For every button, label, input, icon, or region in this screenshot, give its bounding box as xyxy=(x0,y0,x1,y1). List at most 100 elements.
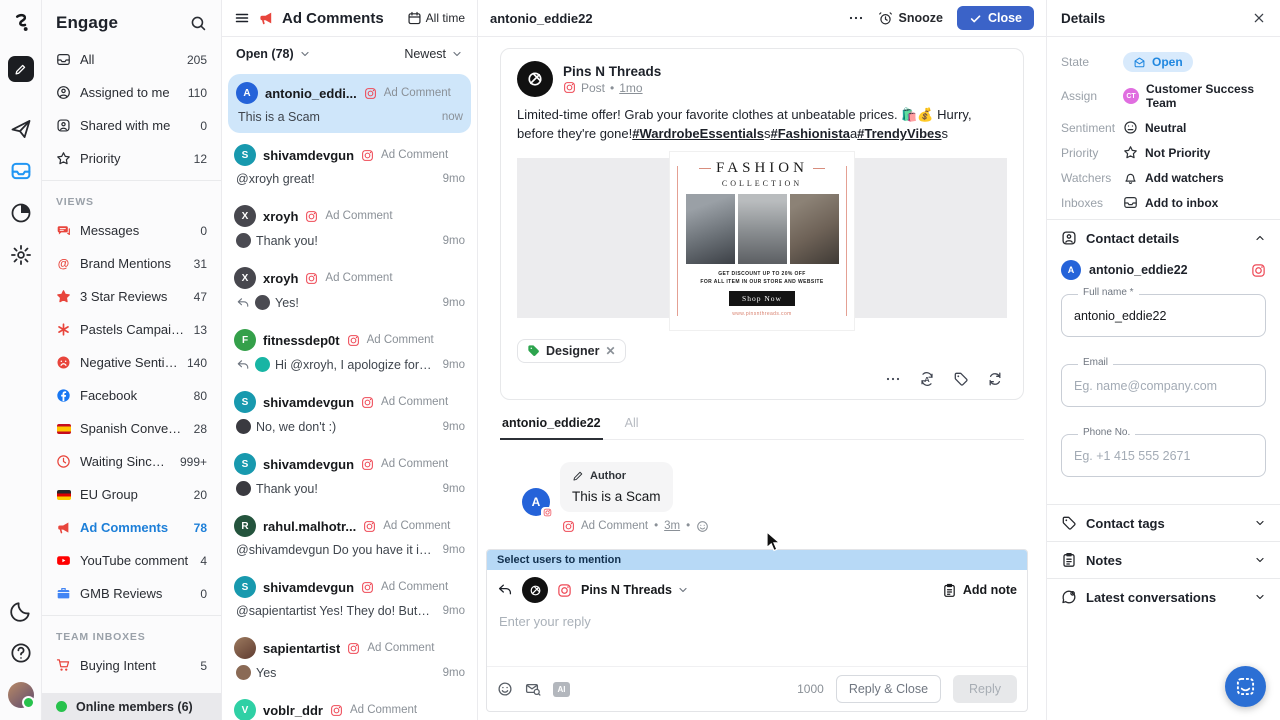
composer-button[interactable] xyxy=(7,56,34,82)
reply-account-selector[interactable]: Pins N Threads xyxy=(581,583,689,597)
full-name-field[interactable]: Full name * antonio_eddie22 xyxy=(1061,287,1266,337)
thread-item-shivamdevgun[interactable]: Sshivamdevgun Ad Comment No, we don't :) 9m… xyxy=(222,382,477,444)
assign-value[interactable]: CT Customer Success Team xyxy=(1123,82,1266,110)
hamburger-menu-icon[interactable] xyxy=(234,10,250,26)
notes-section[interactable]: Notes xyxy=(1047,541,1280,578)
instagram-icon xyxy=(330,704,343,717)
dark-mode-icon[interactable] xyxy=(9,600,32,622)
sidebar-item-buying-intent[interactable]: Buying Intent 5 xyxy=(42,649,221,682)
thread-item-shivamdevgun[interactable]: Sshivamdevgun Ad Comment @xroyh great! 9mo xyxy=(222,135,477,196)
close-button[interactable]: Close xyxy=(956,6,1034,30)
more-options-icon[interactable] xyxy=(885,371,901,387)
alarm-clock-icon xyxy=(878,11,893,26)
tag-icon[interactable] xyxy=(953,371,969,387)
latest-conversations-section[interactable]: Latest conversations xyxy=(1047,578,1280,615)
sidebar-item-spanish-conversations[interactable]: Spanish Conversations28 xyxy=(42,412,221,445)
sync-icon[interactable] xyxy=(987,371,1003,387)
reply-button[interactable]: Reply xyxy=(953,675,1017,703)
thread-item-shivamdevgun[interactable]: Sshivamdevgun Ad Comment @sapientartist Ye… xyxy=(222,567,477,628)
more-options-icon[interactable] xyxy=(848,10,864,26)
hashtag-link[interactable]: #WardrobeEssentials xyxy=(632,126,764,141)
thread-item-xroyh[interactable]: Xxroyh Ad Comment Thank you! 9mo xyxy=(222,196,477,258)
emoji-reaction-icon[interactable] xyxy=(696,520,709,533)
image-url: www.pinsnthreads.com xyxy=(732,310,792,317)
tab-antonio-eddie22[interactable]: antonio_eddie22 xyxy=(500,412,603,440)
ai-assist-button[interactable]: AI xyxy=(553,681,570,697)
thread-item-sapientartist[interactable]: sapientartist Ad Comment Yes 9mo xyxy=(222,628,477,690)
sidebar-item-ad-comments[interactable]: Ad Comments 78 xyxy=(42,511,221,544)
settings-nav-icon[interactable] xyxy=(10,244,32,266)
post-media-carousel[interactable]: FASHION COLLECTION GET DISCOUNT UP TO 20… xyxy=(517,151,1007,330)
thread-item-fitnessdep0t[interactable]: Ffitnessdep0t Ad Comment Hi @xroyh, I apol… xyxy=(222,320,477,382)
reply-input[interactable]: Enter your reply xyxy=(487,610,1027,666)
priority-value[interactable]: Not Priority xyxy=(1123,145,1210,160)
thread-list-panel: Ad Comments All time Open (78) Newest Aa… xyxy=(222,0,478,720)
thread-item-antonio-eddi[interactable]: Aantonio_eddi... Ad Comment This is a Scam… xyxy=(228,74,471,133)
smiley-neutral-icon xyxy=(1123,120,1138,135)
chevron-down-icon xyxy=(1254,554,1266,566)
thread-item-rahul-malhotr[interactable]: Rrahul.malhotr... Ad Comment @shivamdevgun… xyxy=(222,506,477,567)
sidebar-item-3-star-reviews[interactable]: 3 Star Reviews 47 xyxy=(42,280,221,313)
hashtag-link[interactable]: #Fashionista xyxy=(770,126,849,141)
sidebar-item-priority[interactable]: Priority 12 xyxy=(42,142,221,175)
help-icon[interactable] xyxy=(10,642,32,664)
sidebar-item-youtube-comment[interactable]: YouTube comment 4 xyxy=(42,544,221,577)
instagram-icon xyxy=(1251,263,1266,278)
campaign-icon xyxy=(56,322,71,337)
tag-icon xyxy=(527,344,540,357)
phone-field[interactable]: Phone No. Eg. +1 415 555 2671 xyxy=(1061,427,1266,477)
online-members[interactable]: Online members (6) xyxy=(42,693,221,720)
close-icon[interactable] xyxy=(1252,11,1266,25)
state-open-pill[interactable]: Open xyxy=(1123,52,1193,72)
user-avatar[interactable] xyxy=(7,682,35,709)
reports-nav-icon[interactable] xyxy=(10,202,32,224)
sidebar-item-assigned-to-me[interactable]: Assigned to me 110 xyxy=(42,76,221,109)
sidebar-item-pastels-campaign-utm[interactable]: Pastels Campaign (UTM)13 xyxy=(42,313,221,346)
email-field[interactable]: Email Eg. name@company.com xyxy=(1061,357,1266,407)
hashtag-link[interactable]: #TrendyVibes xyxy=(857,126,941,141)
sidebar-item-messages[interactable]: Messages 0 xyxy=(42,214,221,247)
remove-tag-icon[interactable]: ✕ xyxy=(606,344,616,358)
reply-author-avatar xyxy=(255,295,270,310)
thread-item-shivamdevgun[interactable]: Sshivamdevgun Ad Comment Thank you! 9mo xyxy=(222,444,477,506)
contact-tags-section[interactable]: Contact tags xyxy=(1047,504,1280,541)
sidebar-title: Engage xyxy=(56,13,119,32)
time-filter[interactable]: All time xyxy=(407,11,465,26)
comment-time-link[interactable]: 3m xyxy=(664,520,680,532)
search-icon[interactable] xyxy=(190,15,207,32)
add-note-button[interactable]: Add note xyxy=(942,583,1017,598)
snooze-button[interactable]: Snooze xyxy=(878,11,943,26)
post-text: Limited-time offer! Grab your favorite c… xyxy=(517,107,972,141)
engage-inbox-nav-icon[interactable] xyxy=(10,160,32,182)
chat-launcher-button[interactable] xyxy=(1225,666,1266,707)
thread-item-voblr-ddr[interactable]: Vvoblr_ddrAd CommentThank you!10mo xyxy=(222,690,477,720)
sidebar-item-waiting-since-2-days[interactable]: Waiting Since 2 Days999+ xyxy=(42,445,221,478)
brand-avatar xyxy=(517,61,553,97)
sidebar-item-brand-mentions[interactable]: @ Brand Mentions 31 xyxy=(42,247,221,280)
cart-icon xyxy=(56,658,71,673)
sidebar-item-gmb-reviews[interactable]: GMB Reviews 0 xyxy=(42,577,221,610)
sidebar-item-facebook[interactable]: Facebook 80 xyxy=(42,379,221,412)
contact-details-section[interactable]: Contact details xyxy=(1047,219,1280,256)
image-discount-line: GET DISCOUNT UP TO 20% OFF xyxy=(718,270,806,277)
saved-replies-icon[interactable] xyxy=(525,681,541,697)
tab-all[interactable]: All xyxy=(623,412,641,439)
watchers-value[interactable]: Add watchers xyxy=(1123,170,1224,185)
status-filter[interactable]: Open (78) xyxy=(236,47,311,61)
reply-and-close-button[interactable]: Reply & Close xyxy=(835,675,942,703)
publish-nav-icon[interactable] xyxy=(10,118,32,140)
translate-icon[interactable]: A xyxy=(919,371,935,387)
sentiment-value[interactable]: Neutral xyxy=(1123,120,1186,135)
tag-chip-designer[interactable]: Designer ✕ xyxy=(517,338,626,363)
sidebar-item-eu-group[interactable]: EU Group 20 xyxy=(42,478,221,511)
chevron-down-icon xyxy=(677,584,689,596)
thread-item-xroyh[interactable]: Xxroyh Ad Comment Yes! 9mo xyxy=(222,258,477,320)
details-row-state: State Open xyxy=(1047,47,1280,77)
sidebar-item-all[interactable]: All 205 xyxy=(42,43,221,76)
emoji-picker-icon[interactable] xyxy=(497,681,513,697)
post-time-link[interactable]: 1mo xyxy=(619,81,642,95)
sidebar-item-shared-with-me[interactable]: Shared with me 0 xyxy=(42,109,221,142)
sidebar-item-negative-sentiment[interactable]: Negative Sentiment140 xyxy=(42,346,221,379)
inboxes-value[interactable]: Add to inbox xyxy=(1123,195,1218,210)
sort-filter[interactable]: Newest xyxy=(404,47,463,61)
